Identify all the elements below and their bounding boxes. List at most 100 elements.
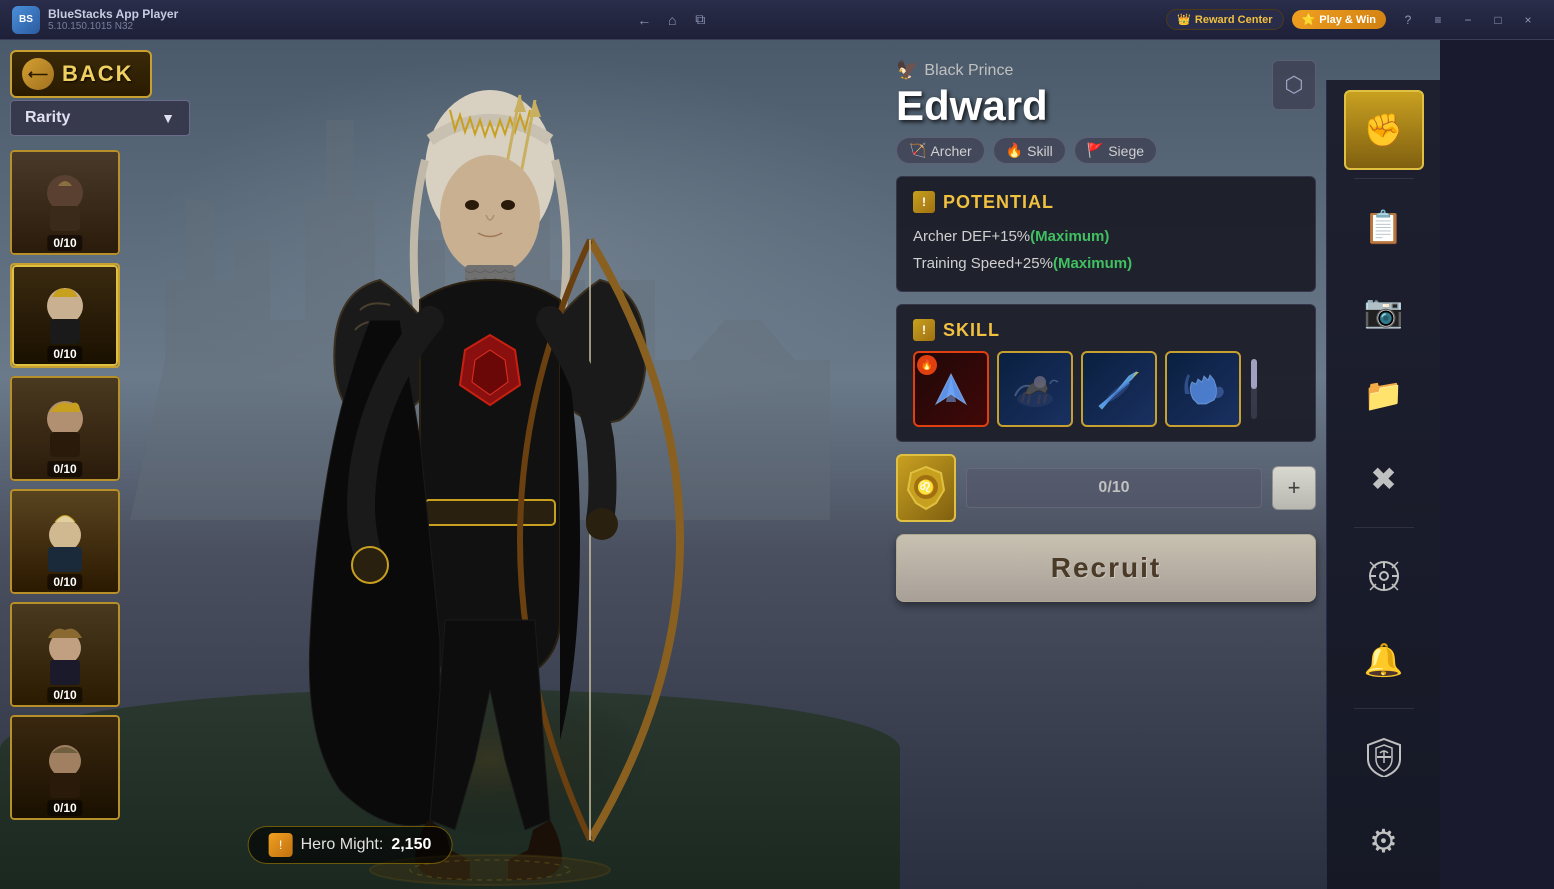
skill-cavalry-svg <box>1010 364 1060 414</box>
hero-might-bar: ! Hero Might: 2,150 <box>248 826 453 864</box>
skill-icons-row: 🔥 <box>913 351 1299 427</box>
rarity-label: Rarity <box>25 109 70 127</box>
sidebar-icon-bell[interactable]: 🔔 <box>1344 620 1424 700</box>
skill-scrollbar[interactable] <box>1251 359 1257 419</box>
fist-icon: ✊ <box>1364 111 1404 149</box>
crown-icon: 👑 <box>1177 13 1191 26</box>
top-nav: ⟵ BACK <box>10 50 152 98</box>
hero-tag-skill: 🔥 Skill <box>993 137 1066 164</box>
hero-subtitle: 🦅 Black Prince <box>896 60 1157 81</box>
hero-list-item-3[interactable]: 0/10 <box>10 376 120 481</box>
x-icon: ✖ <box>1370 460 1397 498</box>
skill-section: ! SKILL 🔥 <box>896 304 1316 442</box>
hero-title-text: Black Prince <box>924 62 1013 80</box>
back-button[interactable]: ⟵ BACK <box>10 50 152 98</box>
rarity-dropdown[interactable]: Rarity ▼ <box>10 100 190 136</box>
maximize-btn[interactable]: □ <box>1484 9 1512 31</box>
crosshair-svg <box>1366 558 1402 594</box>
lion-badge-svg: ♌ <box>906 465 946 511</box>
castle-background <box>80 40 980 740</box>
hero-count-6: 0/10 <box>47 800 82 816</box>
hero-title-icon: 🦅 <box>896 60 918 81</box>
sidebar-divider-2 <box>1354 527 1414 528</box>
skill-exclamation-icon: ! <box>913 319 935 341</box>
window-controls: ? ≡ − □ × <box>1394 9 1542 31</box>
hero-count-5: 0/10 <box>47 687 82 703</box>
bluestacks-logo: BS <box>12 6 40 34</box>
skill-item-2[interactable] <box>997 351 1073 427</box>
sidebar-icon-close[interactable]: ✖ <box>1344 439 1424 519</box>
hero-count-3: 0/10 <box>47 461 82 477</box>
recruit-add-button[interactable]: + <box>1272 466 1316 510</box>
skill-header: ! SKILL <box>913 319 1299 341</box>
potential-section: ! POTENTIAL Archer DEF+15%(Maximum) Trai… <box>896 176 1316 292</box>
hero-list-item-6[interactable]: 0/10 <box>10 715 120 820</box>
play-win-btn[interactable]: ⭐ Play & Win <box>1292 10 1386 29</box>
sidebar-icon-camera[interactable]: 📷 <box>1344 271 1424 351</box>
hero-list-item-4[interactable]: 0/10 <box>10 489 120 594</box>
siege-label: Siege <box>1108 143 1144 159</box>
hero-list: 0/10 0/10 <box>10 150 120 820</box>
title-bar-left: BS BlueStacks App Player 5.10.150.1015 N… <box>12 6 178 34</box>
archer-label: Archer <box>930 143 971 159</box>
sidebar-divider-3 <box>1354 708 1414 709</box>
recruit-progress-value: 0/10 <box>1098 479 1129 497</box>
right-panel: 🦅 Black Prince Edward 🏹 Archer 🔥 Skill 🚩 <box>886 40 1326 889</box>
sidebar-icon-folder[interactable]: 📁 <box>1344 355 1424 435</box>
nav-tabs-btn[interactable]: ⧉ <box>688 8 712 32</box>
sidebar-icon-combat[interactable]: ✊ <box>1344 90 1424 170</box>
exclamation-icon: ! <box>269 833 293 857</box>
potential-title: POTENTIAL <box>943 192 1054 213</box>
potential-line-1: Archer DEF+15%(Maximum) <box>913 223 1299 250</box>
reward-center-label: Reward Center <box>1195 14 1273 26</box>
recruit-button-label: Recruit <box>1051 552 1161 584</box>
svg-text:♌: ♌ <box>917 479 934 496</box>
gear-icon: ⚙ <box>1369 822 1398 860</box>
hero-list-item-5[interactable]: 0/10 <box>10 602 120 707</box>
skill-title: SKILL <box>943 320 1000 341</box>
folder-icon: 📁 <box>1364 376 1404 414</box>
close-btn[interactable]: × <box>1514 9 1542 31</box>
hero-tags: 🏹 Archer 🔥 Skill 🚩 Siege <box>896 137 1157 164</box>
potential-header: ! POTENTIAL <box>913 191 1299 213</box>
hero-count-2: 0/10 <box>47 346 82 362</box>
bell-icon: 🔔 <box>1364 641 1404 679</box>
game-area: ⟵ BACK Rarity ▼ 0/10 <box>0 40 1440 889</box>
skill-item-1[interactable]: 🔥 <box>913 351 989 427</box>
sidebar-icon-shield[interactable] <box>1344 717 1424 797</box>
skill-item-4[interactable] <box>1165 351 1241 427</box>
ground-bg <box>0 689 900 889</box>
hero-list-item-1[interactable]: 0/10 <box>10 150 120 255</box>
skill-item-3[interactable] <box>1081 351 1157 427</box>
app-version: 5.10.150.1015 N32 <box>48 21 178 32</box>
hero-name-block: 🦅 Black Prince Edward 🏹 Archer 🔥 Skill 🚩 <box>896 60 1157 164</box>
hero-list-item-2[interactable]: 0/10 <box>10 263 120 368</box>
shield-archer-svg <box>1366 737 1402 777</box>
sidebar-divider-1 <box>1354 178 1414 179</box>
star-icon: ⭐ <box>1302 13 1316 26</box>
sidebar-icon-crosshair[interactable] <box>1344 536 1424 616</box>
hero-tag-siege: 🚩 Siege <box>1074 137 1157 164</box>
reward-center-btn[interactable]: 👑 Reward Center <box>1166 9 1283 30</box>
castle-silhouette <box>130 120 830 520</box>
nav-back-btn[interactable]: ← <box>632 8 656 32</box>
sidebar-icon-list[interactable]: 📋 <box>1344 187 1424 267</box>
potential-line-2: Training Speed+25%(Maximum) <box>913 250 1299 277</box>
hero-might-label: Hero Might: <box>301 836 384 854</box>
potential-highlight-2: (Maximum) <box>1053 255 1132 272</box>
recruit-button[interactable]: Recruit <box>896 534 1316 602</box>
siege-flag-icon: 🚩 <box>1087 142 1104 159</box>
chevron-down-icon: ▼ <box>161 110 175 126</box>
play-win-label: Play & Win <box>1319 14 1376 26</box>
back-arrow-icon: ⟵ <box>22 58 54 90</box>
hero-title-section: 🦅 Black Prince Edward 🏹 Archer 🔥 Skill 🚩 <box>896 60 1316 164</box>
help-btn[interactable]: ? <box>1394 9 1422 31</box>
potential-highlight-1: (Maximum) <box>1030 228 1109 245</box>
menu-btn[interactable]: ≡ <box>1424 9 1452 31</box>
title-bar: BS BlueStacks App Player 5.10.150.1015 N… <box>0 0 1554 40</box>
hero-rank-badge: ⬡ <box>1272 60 1316 110</box>
nav-home-btn[interactable]: ⌂ <box>660 8 684 32</box>
sidebar-icon-settings[interactable]: ⚙ <box>1344 801 1424 881</box>
add-icon: + <box>1288 475 1301 501</box>
minimize-btn[interactable]: − <box>1454 9 1482 31</box>
